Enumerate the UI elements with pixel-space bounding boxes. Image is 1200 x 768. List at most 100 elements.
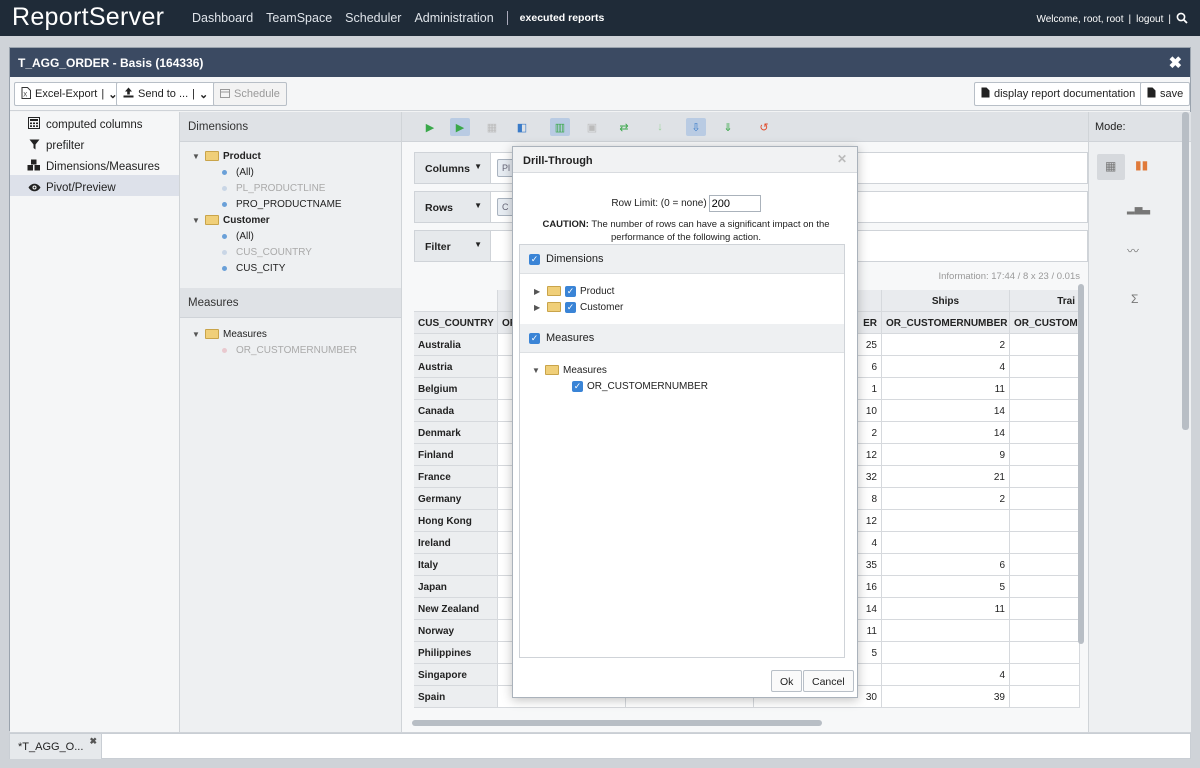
tree-leaf[interactable]: CUS_COUNTRY — [192, 244, 401, 260]
undo-icon[interactable]: ↺ — [754, 118, 774, 136]
sidebar-item-computed-columns[interactable]: computed columns — [10, 112, 179, 133]
layout-icon[interactable]: ◧ — [512, 118, 532, 136]
tree-node-measures[interactable]: ▼ Measures — [192, 326, 401, 342]
tree-node-customer[interactable]: ▼ Customer — [192, 212, 401, 228]
triangle-right-icon[interactable]: ▶ — [534, 303, 543, 312]
horizontal-scrollbar[interactable] — [412, 720, 822, 726]
vertical-scrollbar[interactable] — [1078, 284, 1084, 644]
tree-leaf[interactable]: PRO_PRODUCTNAME — [192, 196, 401, 212]
product-checkbox[interactable]: ✓ — [565, 285, 576, 297]
rows-label[interactable]: Rows ▼ — [415, 192, 491, 222]
pivot-row-label: Australia — [414, 334, 498, 356]
pivot-value-cell — [1010, 510, 1080, 532]
search-icon[interactable] — [1176, 12, 1188, 27]
tree-leaf-label: OR_CUSTOMERNUMBER — [236, 344, 357, 356]
mode-scrollbar[interactable] — [1182, 112, 1189, 430]
table-mode-icon[interactable]: ▦ — [1097, 154, 1125, 180]
bar-chart-icon[interactable]: ▮▮ — [1135, 158, 1148, 172]
nav-teamspace[interactable]: TeamSpace — [266, 11, 332, 25]
triangle-right-icon[interactable]: ▶ — [534, 287, 543, 296]
nav-dashboard[interactable]: Dashboard — [192, 11, 253, 25]
nav-scheduler[interactable]: Scheduler — [345, 11, 401, 25]
table-icon[interactable]: ▣ — [582, 118, 602, 136]
pivot-value-cell: 14 — [882, 400, 1010, 422]
dialog-tree-node-product[interactable]: ▶ ✓ Product — [534, 283, 844, 299]
chevron-down-icon[interactable]: ⌄ — [199, 88, 208, 101]
measures-checkbox[interactable]: ✓ — [529, 332, 540, 344]
tree-node-product[interactable]: ▼ Product — [192, 148, 401, 164]
welcome-text: Welcome, root, root — [1036, 14, 1124, 25]
tree-leaf-label: PRO_PRODUCTNAME — [236, 198, 342, 210]
save-button[interactable]: save — [1140, 82, 1191, 106]
pivot-row-label: Austria — [414, 356, 498, 378]
folder-icon — [547, 286, 561, 296]
logout-link[interactable]: logout — [1136, 14, 1163, 25]
tree-leaf[interactable]: CUS_CITY — [192, 260, 401, 276]
arrow-down-icon[interactable]: ↓ — [650, 118, 670, 136]
columns-label[interactable]: Columns ▼ — [415, 153, 491, 183]
pivot-value-cell — [1010, 620, 1080, 642]
app-logo[interactable]: ReportServer — [12, 3, 164, 32]
pivot-value-cell — [1010, 686, 1080, 708]
triangle-down-icon[interactable]: ▼ — [192, 330, 201, 339]
sidebar-item-prefilter[interactable]: prefilter — [10, 133, 179, 154]
dialog-tree-leaf[interactable]: ✓ OR_CUSTOMERNUMBER — [532, 378, 844, 394]
triangle-down-icon[interactable]: ▼ — [192, 216, 201, 225]
dialog-tree-node-customer[interactable]: ▶ ✓ Customer — [534, 299, 844, 315]
sidebar-item-dimensions-measures[interactable]: Dimensions/Measures — [10, 154, 179, 175]
nav-executed-reports[interactable]: executed reports — [520, 12, 605, 24]
hierarchy-icon[interactable]: ▥ — [550, 118, 570, 136]
dimensions-checkbox[interactable]: ✓ — [529, 253, 540, 265]
drill-through-icon[interactable]: ⇓ — [718, 118, 738, 136]
tree-leaf[interactable]: OR_CUSTOMERNUMBER — [192, 342, 401, 358]
triangle-down-icon[interactable]: ▼ — [474, 162, 482, 171]
tree-leaf[interactable]: PL_PRODUCTLINE — [192, 180, 401, 196]
line-chart-icon[interactable]: 〰 — [1127, 242, 1139, 259]
filter-label[interactable]: Filter ▼ — [415, 231, 491, 261]
folder-icon — [547, 302, 561, 312]
schedule-button[interactable]: Schedule — [213, 82, 287, 106]
triangle-down-icon[interactable]: ▼ — [532, 366, 541, 375]
pivot-value-cell: 11 — [882, 378, 1010, 400]
customer-checkbox[interactable]: ✓ — [565, 301, 576, 313]
send-to-button[interactable]: Send to ... | ⌄ — [116, 82, 216, 106]
pivot-value-cell: 9 — [882, 444, 1010, 466]
excel-export-button[interactable]: X Excel-Export | ⌄ — [14, 82, 125, 106]
close-icon[interactable]: ✖ — [1169, 53, 1182, 73]
display-report-documentation-button[interactable]: display report documentation — [974, 82, 1143, 106]
pivot-column-header: OR_CUSTOMERNUMBER — [882, 312, 1010, 334]
filter-icon — [27, 139, 41, 153]
sidebar-item-pivot-preview[interactable]: Pivot/Preview — [10, 175, 179, 196]
tree-leaf-label: (All) — [236, 230, 254, 242]
pivot-row-label: Denmark — [414, 422, 498, 444]
area-chart-icon[interactable]: ▂▅▃ — [1127, 204, 1150, 215]
play-icon[interactable]: ▶ — [420, 118, 440, 136]
triangle-down-icon[interactable]: ▼ — [474, 240, 482, 249]
cancel-button[interactable]: Cancel — [803, 670, 854, 692]
triangle-down-icon[interactable]: ▼ — [474, 201, 482, 210]
pivot-value-cell — [1010, 576, 1080, 598]
close-icon[interactable]: ✖ — [89, 736, 97, 747]
dialog-tree-node-measures[interactable]: ▼ Measures — [532, 362, 844, 378]
pivot-row-label: Hong Kong — [414, 510, 498, 532]
pivot-value-cell: 6 — [882, 554, 1010, 576]
pivot-row-label: Belgium — [414, 378, 498, 400]
swap-icon[interactable]: ⇄ — [614, 118, 634, 136]
nav-administration[interactable]: Administration — [414, 11, 493, 25]
play-step-icon[interactable]: ▶ — [450, 118, 470, 136]
sum-icon[interactable]: Σ — [1131, 292, 1138, 306]
ok-button[interactable]: Ok — [771, 670, 803, 692]
measures-section[interactable]: ✓ Measures — [520, 324, 844, 353]
pivot-value-cell: 14 — [882, 422, 1010, 444]
row-limit-input[interactable] — [708, 195, 761, 212]
tab-report[interactable]: *T_AGG_O... ✖ — [10, 734, 102, 759]
drill-down-icon[interactable]: ⇩ — [686, 118, 706, 136]
triangle-down-icon[interactable]: ▼ — [192, 152, 201, 161]
tree-leaf[interactable]: (All) — [192, 228, 401, 244]
grid-icon[interactable]: ▦ — [482, 118, 502, 136]
or-customernumber-checkbox[interactable]: ✓ — [572, 380, 583, 392]
dimensions-panel: Dimensions ▼ Product (All) PL_PRODUCTLIN… — [180, 112, 402, 732]
close-icon[interactable]: ✕ — [837, 152, 847, 166]
tree-leaf[interactable]: (All) — [192, 164, 401, 180]
dimensions-section[interactable]: ✓ Dimensions — [520, 245, 844, 274]
